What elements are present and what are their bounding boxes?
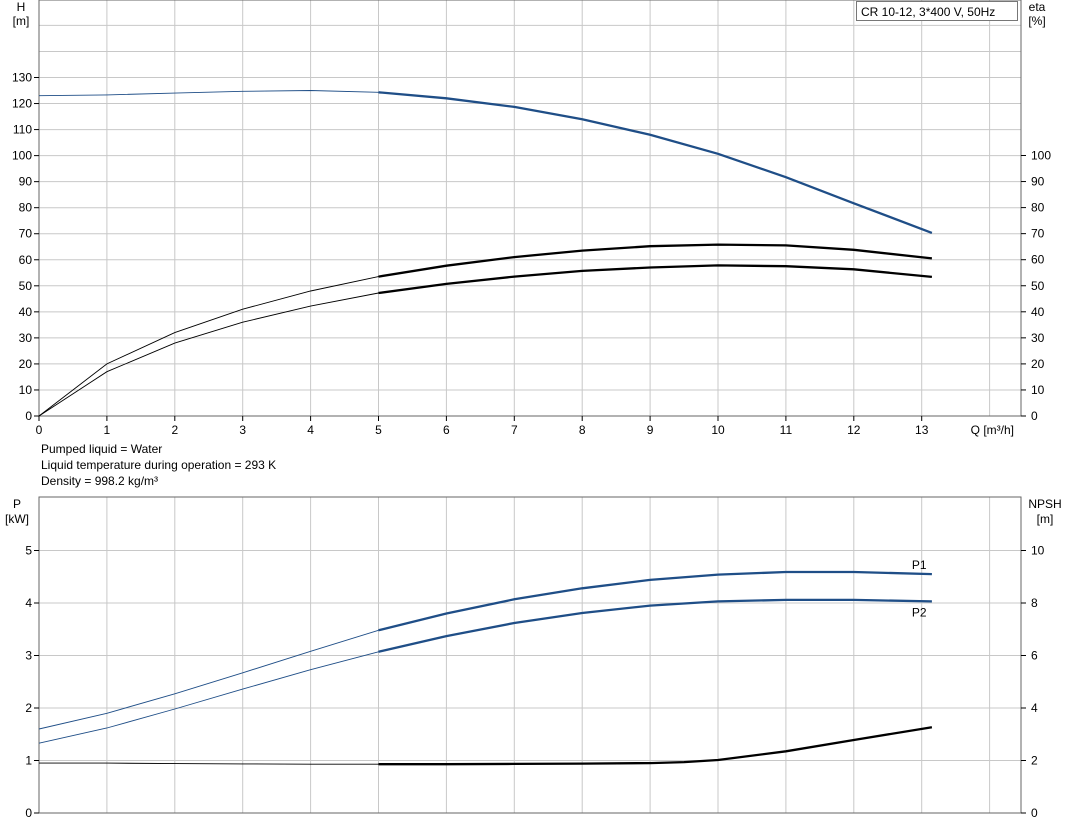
left-axis-tick-label: 130 [12, 71, 32, 85]
right-axis-tick-label: 80 [1031, 201, 1045, 215]
left-axis-tick-label: 10 [19, 383, 33, 397]
right-axis-tick-label: 2 [1031, 754, 1038, 768]
note-pumped-liquid: Pumped liquid = Water [41, 442, 163, 456]
x-axis-tick-label: 3 [239, 423, 246, 437]
right-axis-tick-label: 70 [1031, 227, 1045, 241]
left-axis-title: H [17, 0, 26, 14]
chart-1 [34, 0, 1026, 421]
chart-2 [34, 496, 1026, 814]
series-p1-extended [38, 629, 379, 730]
series-label-p2: P2 [912, 605, 927, 619]
note-density: Density = 998.2 kg/m³ [41, 474, 159, 488]
series-p2-extended [38, 651, 379, 744]
left-axis-tick-label: 110 [13, 123, 32, 137]
x-axis-tick-label: 9 [647, 423, 654, 437]
right-axis-tick-label: 6 [1031, 649, 1038, 663]
series-h-extended [38, 90, 379, 97]
left-axis-tick-label: 80 [19, 201, 33, 215]
right-axis-tick-label: 50 [1031, 279, 1045, 293]
series-h-line [378, 91, 933, 234]
pump-model-legend: CR 10-12, 3*400 V, 50Hz [856, 1, 1018, 21]
note-liquid-temperature: Liquid temperature during operation = 29… [41, 458, 277, 472]
right-axis-title: NPSH [1028, 497, 1061, 511]
right-axis-tick-label: 0 [1031, 806, 1038, 820]
left-axis-tick-label: 120 [12, 97, 32, 111]
right-axis-tick-label: 90 [1031, 175, 1045, 189]
left-axis-tick-label: 0 [25, 409, 32, 423]
x-axis-tick-label: 2 [171, 423, 178, 437]
right-axis-tick-label: 0 [1031, 409, 1038, 423]
x-axis-tick-label: 0 [36, 423, 43, 437]
left-axis-tick-label: 1 [25, 754, 32, 768]
left-axis-tick-label: 3 [25, 649, 32, 663]
left-axis-tick-label: 90 [19, 175, 33, 189]
right-axis-tick-label: 40 [1031, 305, 1045, 319]
series-label-p1: P1 [912, 558, 927, 572]
x-axis-tick-label: 4 [307, 423, 314, 437]
right-axis-unit: [m] [1037, 512, 1054, 526]
left-axis-tick-label: 50 [19, 279, 33, 293]
x-axis-tick-label: 6 [443, 423, 450, 437]
series-eta-upper-extended [38, 276, 379, 417]
right-axis-tick-label: 60 [1031, 253, 1045, 267]
x-axis-title: Q [m³/h] [971, 423, 1014, 437]
left-axis-tick-label: 70 [19, 227, 33, 241]
left-axis-tick-label: 40 [19, 305, 33, 319]
x-axis-tick-label: 10 [711, 423, 725, 437]
left-axis-tick-label: 20 [19, 357, 33, 371]
left-axis-tick-label: 60 [19, 253, 33, 267]
right-axis-unit: [%] [1028, 14, 1045, 28]
series-npsh-line [378, 726, 933, 766]
series-p2-line [378, 598, 932, 653]
left-axis-tick-label: 2 [25, 701, 32, 715]
left-axis-unit: [kW] [5, 512, 29, 526]
right-axis-tick-label: 10 [1031, 544, 1045, 558]
x-axis-tick-label: 8 [579, 423, 586, 437]
right-axis-tick-label: 20 [1031, 357, 1045, 371]
left-axis-unit: [m] [13, 14, 30, 28]
right-axis-tick-label: 4 [1031, 701, 1038, 715]
x-axis-tick-label: 11 [780, 423, 793, 437]
x-axis-tick-label: 12 [847, 423, 861, 437]
right-axis-tick-label: 8 [1031, 596, 1038, 610]
series-eta-lower-line [378, 264, 933, 295]
x-axis-tick-label: 5 [375, 423, 382, 437]
series-eta-upper-line [378, 243, 933, 278]
left-axis-tick-label: 5 [25, 544, 32, 558]
right-axis-tick-label: 100 [1031, 149, 1051, 163]
right-axis-title: eta [1029, 0, 1046, 14]
series-p1-line [378, 570, 932, 632]
left-axis-tick-label: 100 [12, 149, 32, 163]
left-axis-title: P [13, 497, 21, 511]
x-axis-tick-label: 1 [104, 423, 111, 437]
right-axis-tick-label: 30 [1031, 331, 1045, 345]
left-axis-tick-label: 30 [19, 331, 33, 345]
x-axis-tick-label: 13 [915, 423, 929, 437]
x-axis-tick-label: 7 [511, 423, 518, 437]
pump-curve-charts: 0102030405060708090100110120130010203040… [5, 0, 1062, 820]
left-axis-tick-label: 0 [25, 806, 32, 820]
pump-model-label: CR 10-12, 3*400 V, 50Hz [861, 5, 996, 19]
series-npsh-extended [39, 762, 379, 765]
right-axis-tick-label: 10 [1031, 383, 1045, 397]
left-axis-tick-label: 4 [25, 596, 32, 610]
